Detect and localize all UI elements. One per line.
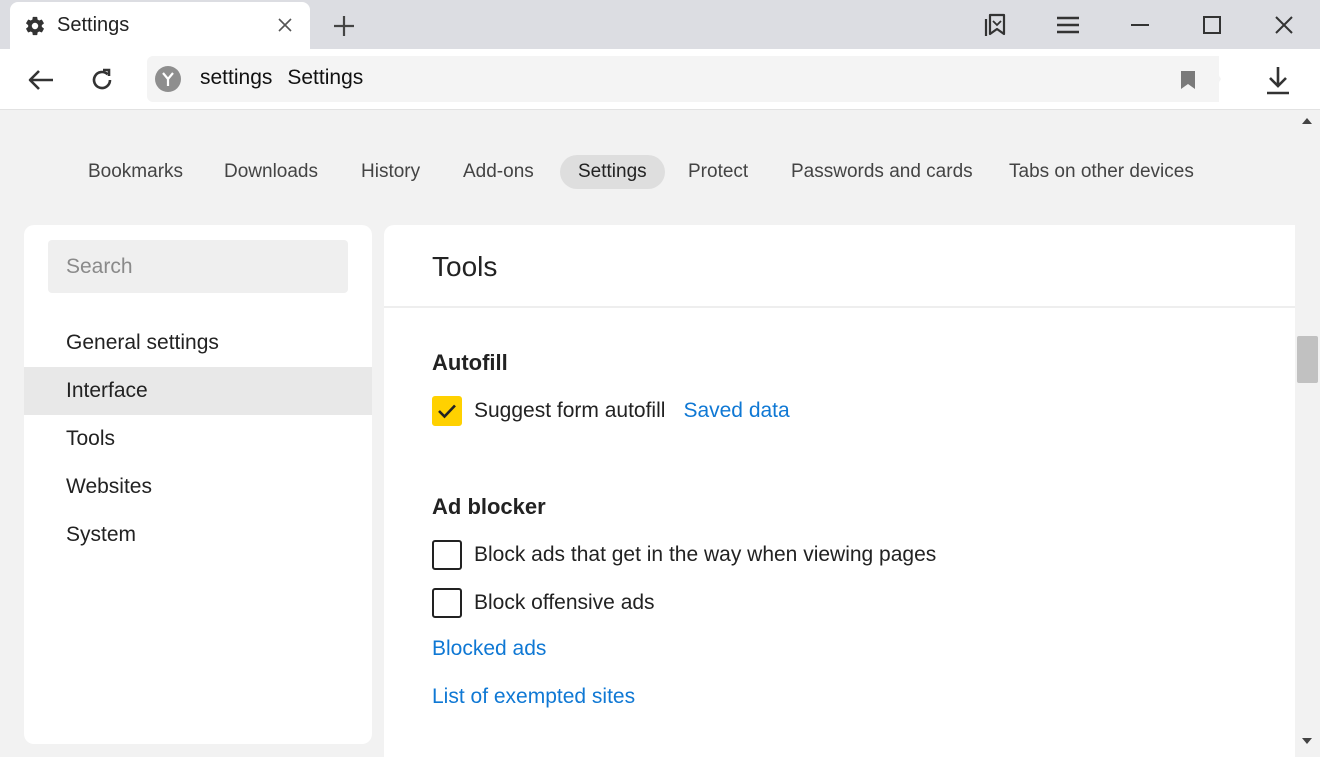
address-bar[interactable]: settings Settings bbox=[147, 56, 1219, 102]
back-arrow-icon[interactable] bbox=[24, 63, 58, 97]
block-offensive-ads-label[interactable]: Block offensive ads bbox=[474, 591, 655, 615]
minimize-icon[interactable] bbox=[1125, 10, 1155, 40]
settings-sidebar: General settings Interface Tools Website… bbox=[24, 225, 372, 744]
tab-title: Settings bbox=[57, 14, 130, 36]
autofill-heading: Autofill bbox=[432, 350, 508, 375]
scroll-down-arrow-icon[interactable] bbox=[1302, 738, 1312, 744]
settings-content: Tools Autofill Suggest form autofill Sav… bbox=[384, 225, 1295, 757]
title-divider bbox=[384, 306, 1295, 308]
sidebar-item-system[interactable]: System bbox=[24, 511, 372, 559]
suggest-autofill-row: Suggest form autofill Saved data bbox=[432, 395, 790, 427]
address-page-title: Settings bbox=[287, 66, 364, 89]
sidebar-item-interface[interactable]: Interface bbox=[24, 367, 372, 415]
address-text: settings Settings bbox=[200, 66, 363, 90]
suggest-autofill-checkbox[interactable] bbox=[432, 396, 462, 426]
sidebar-item-tools[interactable]: Tools bbox=[24, 415, 372, 463]
menu-icon[interactable] bbox=[1053, 10, 1083, 40]
section-title-tools: Tools bbox=[432, 251, 498, 282]
new-tab-button[interactable] bbox=[330, 12, 358, 40]
checkmark-icon bbox=[438, 404, 456, 419]
block-offensive-ads-checkbox[interactable] bbox=[432, 588, 462, 618]
browser-pages-nav: Bookmarks Downloads History Add-ons Sett… bbox=[0, 152, 1295, 194]
settings-search-input[interactable] bbox=[48, 240, 348, 293]
collections-icon[interactable] bbox=[980, 10, 1010, 40]
saved-data-link[interactable]: Saved data bbox=[683, 399, 789, 423]
close-tab-icon[interactable] bbox=[274, 14, 296, 36]
address-bar-arrow bbox=[1207, 56, 1221, 102]
sidebar-item-general-settings[interactable]: General settings bbox=[24, 319, 372, 367]
nav-protect[interactable]: Protect bbox=[670, 155, 766, 189]
yandex-logo-icon bbox=[155, 66, 181, 92]
reload-icon[interactable] bbox=[85, 63, 119, 97]
blocked-ads-link[interactable]: Blocked ads bbox=[432, 637, 546, 661]
nav-passwords-and-cards[interactable]: Passwords and cards bbox=[773, 155, 991, 189]
nav-downloads[interactable]: Downloads bbox=[206, 155, 336, 189]
close-window-icon[interactable] bbox=[1269, 10, 1299, 40]
bookmark-icon[interactable] bbox=[1177, 69, 1199, 91]
maximize-icon[interactable] bbox=[1197, 10, 1227, 40]
exempted-sites-link[interactable]: List of exempted sites bbox=[432, 685, 635, 709]
scroll-thumb[interactable] bbox=[1297, 336, 1318, 383]
block-offensive-ads-row: Block offensive ads bbox=[432, 587, 655, 619]
sidebar-item-websites[interactable]: Websites bbox=[24, 463, 372, 511]
address-domain: settings bbox=[200, 66, 273, 89]
suggest-autofill-label[interactable]: Suggest form autofill bbox=[474, 399, 665, 423]
nav-add-ons[interactable]: Add-ons bbox=[445, 155, 552, 189]
nav-bookmarks[interactable]: Bookmarks bbox=[70, 155, 201, 189]
nav-tabs-on-other-devices[interactable]: Tabs on other devices bbox=[991, 155, 1212, 189]
page-scrollbar[interactable] bbox=[1295, 110, 1320, 757]
title-bar: Settings bbox=[0, 0, 1320, 49]
settings-tab[interactable]: Settings bbox=[10, 2, 310, 49]
nav-history[interactable]: History bbox=[343, 155, 438, 189]
scroll-up-arrow-icon[interactable] bbox=[1302, 118, 1312, 124]
gear-icon bbox=[24, 15, 46, 37]
block-ads-row: Block ads that get in the way when viewi… bbox=[432, 539, 936, 571]
navigation-bar: settings Settings bbox=[0, 49, 1320, 110]
download-icon[interactable] bbox=[1262, 63, 1294, 97]
ad-blocker-heading: Ad blocker bbox=[432, 494, 546, 519]
block-ads-checkbox[interactable] bbox=[432, 540, 462, 570]
block-ads-label[interactable]: Block ads that get in the way when viewi… bbox=[474, 543, 936, 567]
nav-settings[interactable]: Settings bbox=[560, 155, 665, 189]
